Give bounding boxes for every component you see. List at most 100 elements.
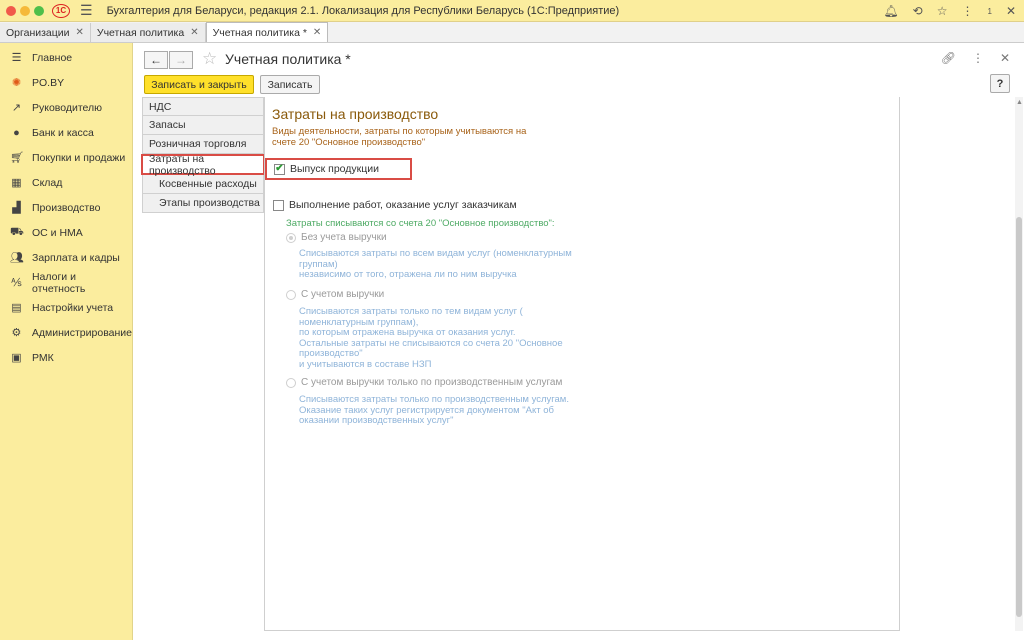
arrow-left-icon: ← [150,53,162,67]
sidebar-item-label: Настройки учета [32,301,114,314]
radio-without-revenue[interactable] [286,232,296,243]
title-bar: 1С ☰ Бухгалтерия для Беларуси, редакция … [0,0,1024,22]
sidebar-item-purchases[interactable]: 🛒︎ Покупки и продажи [0,145,132,170]
sidebar-item-taxes[interactable]: ⅍ Налоги и отчетность [0,270,132,295]
radio-production-services-row[interactable]: С учетом выручки только по производствен… [286,377,562,388]
products-checkbox-label: Выпуск продукции [290,163,379,175]
save-button[interactable]: Записать [260,75,320,94]
sidebar-item-label: РМК [32,351,54,364]
sidebar: ☰ Главное ✺ PO.BY ↗ Руководителю ● Банк и ка… [0,43,133,640]
close-icon[interactable]: ✕ [190,27,198,38]
sidebar-item-admin[interactable]: ⚙ Администрирование [0,320,133,345]
tab-label: Организации [6,26,70,39]
section-title: Затраты на производство [272,106,439,122]
back-button[interactable]: ← [144,51,168,69]
tab-organizations[interactable]: Организации ✕ [0,23,91,42]
sidebar-item-warehouse[interactable]: ▦ Склад [0,170,132,195]
close-icon[interactable]: ✕ [1000,51,1010,65]
close-icon[interactable]: ✕ [76,27,84,38]
close-window-button[interactable] [6,5,16,16]
products-checkbox[interactable]: ✔ [274,163,285,175]
tab-accounting-policy[interactable]: Учетная политика ✕ [90,23,206,42]
sidebar-item-main[interactable]: ☰ Главное [0,45,132,70]
warehouse-icon: ▦ [11,177,22,189]
app-logo: 1С [52,3,70,18]
vertical-scrollbar[interactable]: ▲ [1015,97,1023,631]
sidebar-item-label: PO.BY [32,76,65,89]
radio-label: С учетом выручки только по производствен… [301,377,563,388]
section-nav: НДС Запасы Розничная торговля Затраты на… [141,97,265,213]
sidebar-item-settings[interactable]: ▤ Настройки учета [0,295,132,320]
products-checkbox-row[interactable]: ✔ Выпуск продукции [274,163,379,175]
maximize-window-button[interactable] [34,5,44,16]
window-controls [6,5,44,16]
radio2-hint: Списываются затраты только по тем видам … [299,306,563,370]
cart-icon: 🛒︎ [10,152,24,164]
services-checkbox[interactable] [273,199,284,211]
register-icon: ▣ [11,352,22,364]
menu-icon: ☰ [11,52,22,64]
bell-icon[interactable]: 🔔︎ [883,4,898,18]
favorites-star-icon[interactable]: ☆ [937,4,948,18]
close-icon[interactable]: ✕ [313,27,321,38]
sidebar-item-label: Налоги и отчетность [31,270,86,295]
radio-production-services[interactable] [286,377,296,388]
notification-count: 1 [987,6,992,16]
radio3-hint: Списываются затраты только по производст… [299,394,569,426]
scroll-thumb[interactable] [1016,217,1022,617]
tab-label: Учетная политика [96,26,185,39]
sidebar-item-bank[interactable]: ● Банк и касса [0,120,132,145]
tab-accounting-policy-edited[interactable]: Учетная политика * ✕ [205,22,329,42]
truck-icon: ⛟ [10,225,24,238]
section-vat[interactable]: НДС [142,97,264,116]
radio1-hint: Списываются затраты по всем видам услуг … [299,248,572,280]
main-menu-icon[interactable]: ☰ [80,2,93,19]
page-title: Учетная политика * [225,51,351,67]
forward-button[interactable]: → [169,51,193,69]
app-title: Бухгалтерия для Беларуси, редакция 2.1. … [106,4,620,17]
section-inventory[interactable]: Запасы [142,116,264,135]
sidebar-item-manager[interactable]: ↗ Руководителю [0,95,132,120]
sidebar-item-label: Производство [32,201,101,214]
sidebar-item-poby[interactable]: ✺ PO.BY [0,70,132,95]
section-production-costs[interactable]: Затраты на производство [141,153,265,177]
minimize-window-button[interactable] [20,5,30,16]
radio-label: Без учета выручки [301,232,387,243]
radio-without-revenue-row[interactable]: Без учета выручки [286,232,387,243]
radio-label: С учетом выручки [301,289,385,300]
window-close-icon[interactable]: ✕ [1006,4,1016,18]
section-indirect-costs[interactable]: Косвенные расходы [142,175,264,194]
more-icon[interactable]: ⋮ [961,4,973,18]
section-retail[interactable]: Розничная торговля [142,135,264,154]
sun-icon: ✺ [11,77,22,89]
section-description: Виды деятельности, затраты по которым уч… [272,126,527,148]
sidebar-item-assets[interactable]: ⛟ ОС и НМА [0,220,132,245]
radio-with-revenue-row[interactable]: С учетом выручки [286,289,384,300]
history-icon[interactable]: ⟲ [913,4,923,18]
section-production-stages[interactable]: Этапы производства [142,194,264,213]
writeoff-note: Затраты списываются со счета 20 "Основно… [286,218,555,229]
save-and-close-button[interactable]: Записать и закрыть [144,75,254,94]
sidebar-item-label: Главное [32,51,73,64]
checkmark-icon: ✔ [275,163,284,174]
people-icon: 👥︎ [10,252,24,264]
sidebar-item-label: Банк и касса [32,126,94,139]
sidebar-item-label: ОС и НМА [32,226,83,239]
factory-icon: ▟ [12,202,21,214]
settings-doc-icon: ▤ [11,302,22,314]
link-icon[interactable]: 🔗︎ [941,51,956,65]
sidebar-item-production[interactable]: ▟ Производство [0,195,132,220]
gear-icon: ⚙ [11,327,22,339]
scroll-up-icon[interactable]: ▲ [1016,99,1023,106]
tab-label: Учетная политика * [212,26,307,39]
more-icon[interactable]: ⋮ [972,51,984,65]
tax-icon: ⅍ [11,276,22,289]
sidebar-item-label: Покупки и продажи [32,151,126,164]
services-checkbox-row[interactable]: Выполнение работ, оказание услуг заказчи… [273,199,517,211]
sidebar-item-label: Зарплата и кадры [32,251,120,264]
sidebar-item-salary[interactable]: 👥︎ Зарплата и кадры [0,245,132,270]
radio-with-revenue[interactable] [286,289,296,300]
help-button[interactable]: ? [990,74,1010,93]
favorite-star-icon[interactable]: ☆ [202,49,217,69]
sidebar-item-rmk[interactable]: ▣ РМК [0,345,132,370]
